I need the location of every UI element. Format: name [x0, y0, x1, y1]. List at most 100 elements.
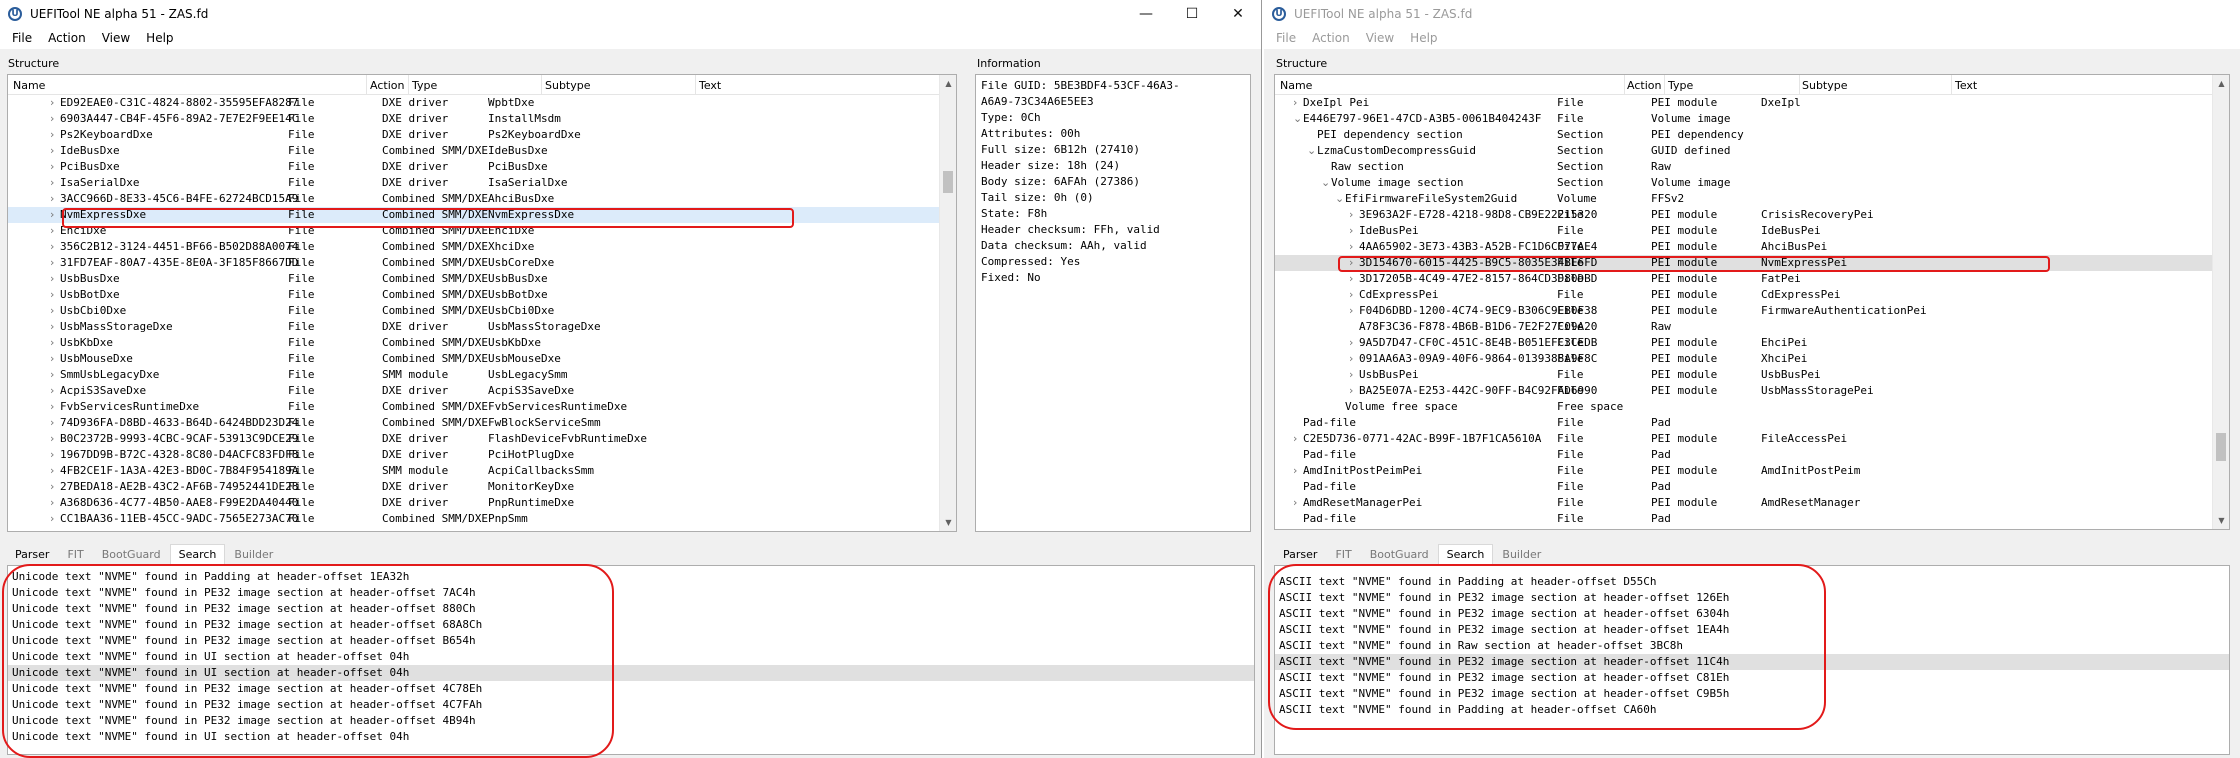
tab-bootguard[interactable]: BootGuard: [93, 544, 170, 564]
expand-arrow-icon[interactable]: ›: [50, 416, 54, 429]
tree-row[interactable]: › UsbBusDxe File Combined SMM/DXE UsbBusDxe: [8, 271, 956, 287]
tree-scrollbar[interactable]: ▲ ▼: [939, 75, 956, 531]
expand-arrow-icon[interactable]: ›: [50, 240, 54, 253]
search-result-item[interactable]: ASCII text "NVME" found in Padding at he…: [1275, 574, 2229, 590]
tree-row[interactable]: Raw section Section Raw: [1275, 159, 2229, 175]
scroll-thumb[interactable]: [943, 171, 953, 193]
scroll-down-icon[interactable]: ▼: [940, 514, 956, 531]
tree-row[interactable]: › IsaSerialDxe File DXE driver IsaSerialDxe: [8, 175, 956, 191]
menu-help[interactable]: Help: [138, 31, 181, 45]
title-bar[interactable]: U UEFITool NE alpha 51 - ZAS.fd: [1264, 0, 2240, 27]
expand-arrow-icon[interactable]: ›: [50, 256, 54, 269]
search-result-item[interactable]: ASCII text "NVME" found in Raw section a…: [1275, 638, 2229, 654]
tree-row[interactable]: › EhciDxe File Combined SMM/DXE EhciDxe: [8, 223, 956, 239]
tree-row[interactable]: › F04D6DBD-1200-4C74-9EC9-B306C9EB0F38 Fil…: [1275, 303, 2229, 319]
menu-file[interactable]: File: [4, 31, 40, 45]
tree-row[interactable]: › 9A5D7D47-CF0C-451C-8E4B-B051EFC3CEDB Fil…: [1275, 335, 2229, 351]
search-result-item[interactable]: Unicode text "NVME" found in UI section …: [8, 729, 1254, 745]
expand-arrow-icon[interactable]: ›: [1349, 384, 1353, 397]
expand-arrow-icon[interactable]: ›: [1293, 464, 1297, 477]
tree-row[interactable]: › 091AA6A3-09A9-40F6-9864-0139388A9F8C Fil…: [1275, 351, 2229, 367]
expand-arrow-icon[interactable]: ›: [1349, 352, 1353, 365]
menu-file[interactable]: File: [1268, 31, 1304, 45]
tab-search[interactable]: Search: [169, 544, 226, 564]
tree-row[interactable]: Pad-file File Pad: [1275, 415, 2229, 431]
tree-row[interactable]: ⌄ Volume image section Section Volume image: [1275, 175, 2229, 191]
search-result-item[interactable]: Unicode text "NVME" found in PE32 image …: [8, 697, 1254, 713]
expand-arrow-icon[interactable]: ›: [50, 176, 54, 189]
col-type[interactable]: Type: [412, 79, 437, 92]
tree-row[interactable]: › 4FB2CE1F-1A3A-42E3-BD0C-7B84F954189A Fil…: [8, 463, 956, 479]
col-text[interactable]: Text: [1955, 79, 1977, 92]
tree-row[interactable]: › CdExpressPei File PEI module CdExpressPei: [1275, 287, 2229, 303]
scroll-thumb[interactable]: [2216, 433, 2226, 461]
tree-row[interactable]: › SmmUsbLegacyDxe File SMM module UsbLegacyS…: [8, 367, 956, 383]
search-result-item[interactable]: Unicode text "NVME" found in PE32 image …: [8, 601, 1254, 617]
tree-scrollbar[interactable]: ▲ ▼: [2212, 75, 2229, 529]
expand-arrow-icon[interactable]: ›: [50, 192, 54, 205]
col-name[interactable]: Name: [1280, 79, 1312, 92]
tree-row[interactable]: › UsbBotDxe File Combined SMM/DXE UsbBotDxe: [8, 287, 956, 303]
search-result-item[interactable]: ASCII text "NVME" found in PE32 image se…: [1275, 606, 2229, 622]
expand-arrow-icon[interactable]: ›: [50, 368, 54, 381]
tree-row[interactable]: › 1967DD9B-B72C-4328-8C80-D4ACFC83FDF8 Fil…: [8, 447, 956, 463]
scroll-up-icon[interactable]: ▲: [940, 75, 956, 92]
col-subtype[interactable]: Subtype: [1802, 79, 1848, 92]
expand-arrow-icon[interactable]: ›: [50, 144, 54, 157]
minimize-icon[interactable]: —: [1123, 0, 1169, 27]
menu-action[interactable]: Action: [1304, 31, 1358, 45]
search-result-item[interactable]: ASCII text "NVME" found in PE32 image se…: [1275, 622, 2229, 638]
expand-arrow-icon[interactable]: ›: [1349, 208, 1353, 221]
col-action[interactable]: Action: [1627, 79, 1661, 92]
tree-row[interactable]: › 74D936FA-D8BD-4633-B64D-6424BDD23D24 Fil…: [8, 415, 956, 431]
maximize-icon[interactable]: ☐: [1169, 0, 1215, 27]
tree-row[interactable]: › IdeBusDxe File Combined SMM/DXE IdeBusDxe: [8, 143, 956, 159]
tree-row[interactable]: › 27BEDA18-AE2B-43C2-AF6B-74952441DE28 Fil…: [8, 479, 956, 495]
menu-view[interactable]: View: [94, 31, 138, 45]
search-results[interactable]: ASCII text "NVME" found in Padding at he…: [1274, 565, 2230, 755]
expand-arrow-icon[interactable]: ›: [1349, 240, 1353, 253]
menu-view[interactable]: View: [1358, 31, 1402, 45]
tree-row[interactable]: A78F3C36-F878-4B6B-B1D6-7E2F27C09A20 File…: [1275, 319, 2229, 335]
tree-row[interactable]: Volume free space Free space: [1275, 399, 2229, 415]
search-result-item[interactable]: Unicode text "NVME" found in UI section …: [8, 665, 1254, 681]
tree-row[interactable]: › Ps2KeyboardDxe File DXE driver Ps2Keyboard…: [8, 127, 956, 143]
col-type[interactable]: Type: [1668, 79, 1693, 92]
expand-arrow-icon[interactable]: ›: [50, 128, 54, 141]
expand-arrow-icon[interactable]: ⌄: [1307, 144, 1316, 157]
tree-row[interactable]: › DxeIpl Pei File PEI module DxeIpl: [1275, 95, 2229, 111]
tree-row[interactable]: › 3E963A2F-E728-4218-98D8-CB9E22215320 Fil…: [1275, 207, 2229, 223]
expand-arrow-icon[interactable]: ›: [1349, 304, 1353, 317]
expand-arrow-icon[interactable]: ›: [50, 304, 54, 317]
tree-row[interactable]: › CC1BAA36-11EB-45CC-9ADC-7565E273AC70 Fil…: [8, 511, 956, 527]
search-result-item[interactable]: ASCII text "NVME" found in PE32 image se…: [1275, 686, 2229, 702]
search-result-item[interactable]: ASCII text "NVME" found in PE32 image se…: [1275, 654, 2229, 670]
search-result-item[interactable]: ASCII text "NVME" found in PE32 image se…: [1275, 590, 2229, 606]
menu-action[interactable]: Action: [40, 31, 94, 45]
expand-arrow-icon[interactable]: ›: [1293, 496, 1297, 509]
expand-arrow-icon[interactable]: ›: [50, 272, 54, 285]
tree-row[interactable]: › 356C2B12-3124-4451-BF66-B502D88A0074 Fil…: [8, 239, 956, 255]
scroll-down-icon[interactable]: ▼: [2213, 512, 2229, 529]
tab-parser[interactable]: Parser: [6, 544, 58, 564]
tree-row[interactable]: › AmdInitPostPeimPei File PEI module AmdInit…: [1275, 463, 2229, 479]
col-name[interactable]: Name: [13, 79, 45, 92]
tree-row[interactable]: › AcpiS3SaveDxe File DXE driver AcpiS3SaveDx…: [8, 383, 956, 399]
tree-row[interactable]: › NvmExpressDxe File Combined SMM/DXE NvmExp…: [8, 207, 956, 223]
expand-arrow-icon[interactable]: ⌄: [1293, 112, 1302, 125]
search-result-item[interactable]: Unicode text "NVME" found in Padding at …: [8, 569, 1254, 585]
expand-arrow-icon[interactable]: ›: [50, 400, 54, 413]
expand-arrow-icon[interactable]: ›: [1349, 272, 1353, 285]
expand-arrow-icon[interactable]: ›: [50, 96, 54, 109]
col-action[interactable]: Action: [370, 79, 404, 92]
expand-arrow-icon[interactable]: ›: [1349, 256, 1353, 269]
expand-arrow-icon[interactable]: ›: [50, 496, 54, 509]
expand-arrow-icon[interactable]: ›: [50, 288, 54, 301]
expand-arrow-icon[interactable]: ›: [50, 336, 54, 349]
expand-arrow-icon[interactable]: ›: [50, 112, 54, 125]
tree-row[interactable]: › UsbBusPei File PEI module UsbBusPei: [1275, 367, 2229, 383]
expand-arrow-icon[interactable]: ›: [1349, 288, 1353, 301]
tree-row[interactable]: ⌄ LzmaCustomDecompressGuid Section GUID def…: [1275, 143, 2229, 159]
tab-parser[interactable]: Parser: [1274, 544, 1326, 564]
expand-arrow-icon[interactable]: ›: [50, 160, 54, 173]
